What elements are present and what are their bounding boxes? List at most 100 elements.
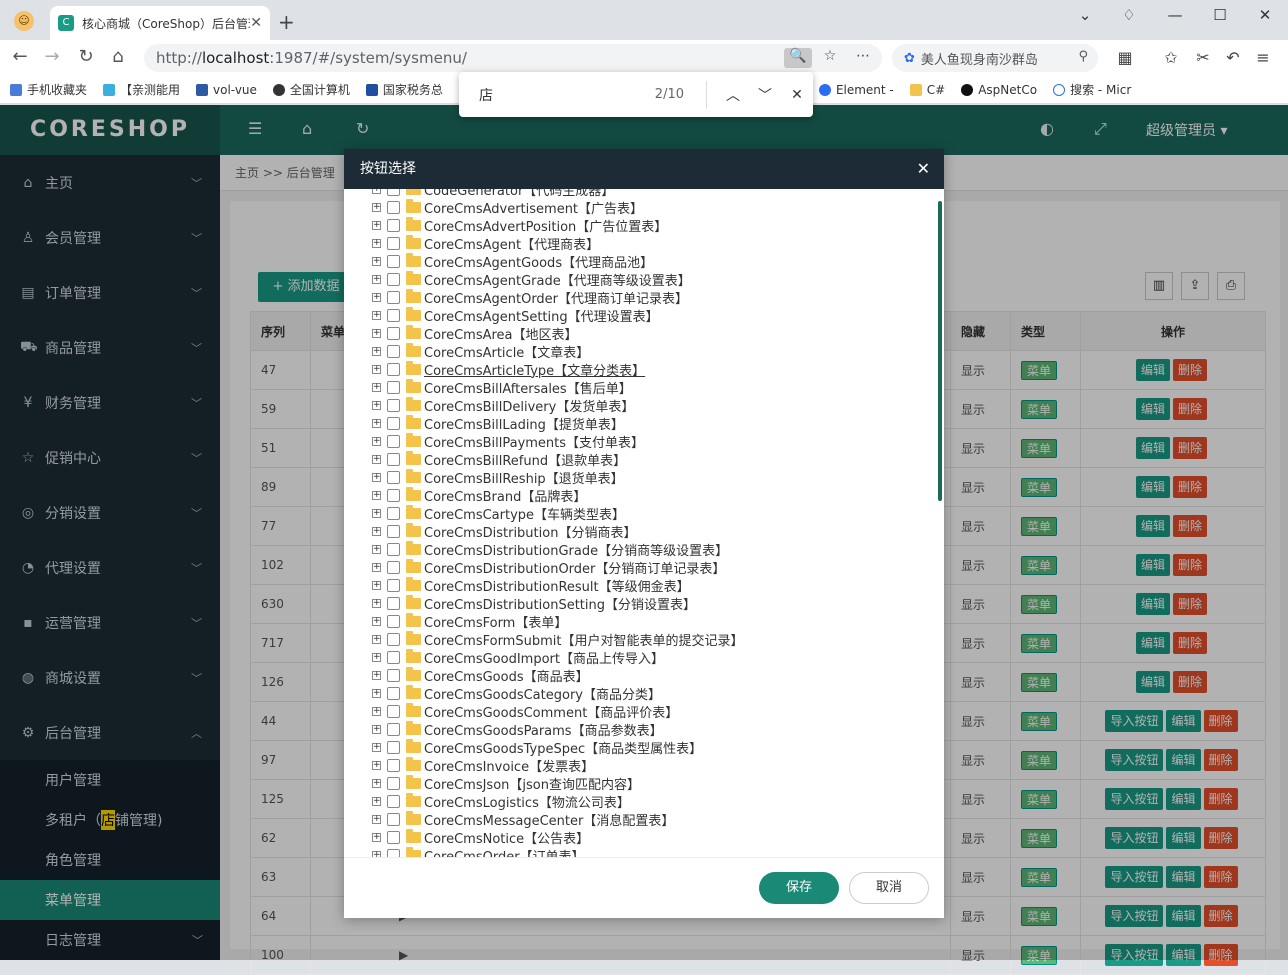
find-next-icon[interactable]: ﹀	[749, 85, 781, 105]
tree-node[interactable]: + CoreCmsAdvertPosition【广告位置表】	[372, 216, 667, 235]
tree-node[interactable]: + CoreCmsAgentGrade【代理商等级设置表】	[372, 270, 691, 289]
dialog-close-icon[interactable]: ✕	[917, 149, 930, 189]
find-prev-icon[interactable]: ︿	[717, 85, 749, 105]
expand-icon[interactable]: +	[372, 544, 381, 554]
tab-close-icon[interactable]: ✕	[250, 15, 262, 31]
tree-node[interactable]: + CoreCmsBillPayments【支付单表】	[372, 432, 644, 451]
expand-icon[interactable]: +	[372, 436, 381, 446]
tree-node[interactable]: + CoreCmsDistributionOrder【分销商订单记录表】	[372, 558, 725, 577]
tree-checkbox[interactable]	[387, 632, 400, 646]
expand-icon[interactable]: +	[372, 634, 381, 644]
save-button[interactable]: 保存	[759, 872, 839, 904]
expand-icon[interactable]: +	[372, 292, 381, 302]
back-icon[interactable]: ←	[8, 46, 32, 67]
expand-icon[interactable]: +	[372, 189, 381, 194]
expand-icon[interactable]: +	[372, 238, 381, 248]
tree-checkbox[interactable]	[387, 560, 400, 574]
tree-checkbox[interactable]	[387, 218, 400, 232]
tree-checkbox[interactable]	[387, 758, 400, 772]
bookmark-item[interactable]: 【亲测能用	[103, 81, 180, 98]
more-icon[interactable]: ⋯	[849, 48, 877, 68]
find-in-page-icon[interactable]: 🔍	[784, 48, 812, 68]
maximize-icon[interactable]: ☐	[1205, 6, 1235, 24]
forward-icon[interactable]: →	[40, 46, 64, 67]
tree-node[interactable]: + CoreCmsGoodImport【商品上传导入】	[372, 648, 664, 667]
tree-checkbox[interactable]	[387, 686, 400, 700]
tree-node[interactable]: + CoreCmsBillDelivery【发货单表】	[372, 396, 634, 415]
tree-node[interactable]: + CoreCmsAgentSetting【代理设置表】	[372, 306, 659, 325]
tree-checkbox[interactable]	[387, 290, 400, 304]
tree-node[interactable]: + CoreCmsBillReship【退货单表】	[372, 468, 624, 487]
bookmark-item[interactable]: Element -	[818, 83, 894, 97]
browser-tab[interactable]: C 核心商城（CoreShop）后台管理 ✕	[50, 6, 270, 40]
tree-node[interactable]: + CoreCmsDistributionSetting【分销设置表】	[372, 594, 696, 613]
expand-icon[interactable]: +	[372, 760, 381, 770]
tree-node[interactable]: + CoreCmsGoodsParams【商品参数表】	[372, 720, 663, 739]
tree-node[interactable]: + CoreCmsGoodsTypeSpec【商品类型属性表】	[372, 738, 702, 757]
tree-scrollbar[interactable]	[938, 201, 942, 501]
expand-icon[interactable]: +	[372, 526, 381, 536]
tree-node[interactable]: + CoreCmsDistributionGrade【分销商等级设置表】	[372, 540, 728, 559]
tree-checkbox[interactable]	[387, 794, 400, 808]
tree-checkbox[interactable]	[387, 398, 400, 412]
expand-icon[interactable]: +	[372, 472, 381, 482]
tree-node[interactable]: + CoreCmsJson【json查询匹配内容】	[372, 774, 640, 793]
tree-node[interactable]: + CoreCmsArea【地区表】	[372, 324, 578, 343]
bookmark-item[interactable]: 全国计算机	[272, 81, 350, 98]
expand-icon[interactable]: +	[372, 706, 381, 716]
expand-icon[interactable]: +	[372, 400, 381, 410]
tree-checkbox[interactable]	[387, 506, 400, 520]
new-tab-icon[interactable]: +	[278, 10, 295, 34]
tree-node[interactable]: + CoreCmsOrder【订单表】	[372, 846, 585, 857]
tree-node[interactable]: + CoreCmsForm【表单】	[372, 612, 567, 631]
tree-checkbox[interactable]	[387, 362, 400, 376]
shirt-icon[interactable]: ♢	[1114, 6, 1144, 24]
expand-icon[interactable]: +	[372, 346, 381, 356]
cancel-button[interactable]: 取消	[849, 872, 929, 904]
tree-checkbox[interactable]	[387, 488, 400, 502]
tree-checkbox[interactable]	[387, 704, 400, 718]
bookmark-item[interactable]: 国家税务总	[365, 81, 443, 98]
expand-icon[interactable]: +	[372, 454, 381, 464]
bookmark-item[interactable]: AspNetCo	[961, 83, 1037, 97]
tree-node[interactable]: + CoreCmsAgentOrder【代理商订单记录表】	[372, 288, 688, 307]
expand-icon[interactable]: +	[372, 310, 381, 320]
tree-checkbox[interactable]	[387, 452, 400, 466]
scissors-icon[interactable]: ✂	[1192, 48, 1214, 67]
tree-node[interactable]: + CoreCmsBillRefund【退款单表】	[372, 450, 626, 469]
tree-checkbox[interactable]	[387, 740, 400, 754]
tree-checkbox[interactable]	[387, 830, 400, 844]
tree-checkbox[interactable]	[387, 470, 400, 484]
expand-icon[interactable]: +	[372, 364, 381, 374]
tree-node[interactable]: + CoreCmsGoodsCategory【商品分类】	[372, 684, 661, 703]
expand-icon[interactable]: +	[372, 832, 381, 842]
tree-node[interactable]: + CoreCmsGoods【商品表】	[372, 666, 589, 685]
address-bar[interactable]: http://localhost:1987/#/system/sysmenu/ …	[144, 44, 882, 72]
expand-icon[interactable]: +	[372, 616, 381, 626]
expand-icon[interactable]: +	[372, 382, 381, 392]
tree-node[interactable]: + CoreCmsBillLading【提货单表】	[372, 414, 624, 433]
expand-icon[interactable]: +	[372, 328, 381, 338]
bookmark-item[interactable]: vol-vue	[196, 83, 257, 97]
tree-node[interactable]: + CoreCmsMessageCenter【消息配置表】	[372, 810, 674, 829]
apps-grid-icon[interactable]: ▦	[1114, 48, 1136, 67]
tree-checkbox[interactable]	[387, 614, 400, 628]
tree-checkbox[interactable]	[387, 776, 400, 790]
tree-checkbox[interactable]	[387, 416, 400, 430]
tree-checkbox[interactable]	[387, 272, 400, 286]
tree-checkbox[interactable]	[387, 650, 400, 664]
expand-icon[interactable]: +	[372, 724, 381, 734]
tree-node[interactable]: + CoreCmsArticle【文章表】	[372, 342, 589, 361]
tree-node[interactable]: + CoreCmsAdvertisement【广告表】	[372, 198, 643, 217]
tree-node[interactable]: + CoreCmsInvoice【发票表】	[372, 756, 594, 775]
bookmark-item[interactable]: 手机收藏夹	[10, 81, 87, 98]
menu-icon[interactable]: ≡	[1252, 48, 1274, 67]
profile-menu-icon[interactable]: ⌄	[1070, 6, 1100, 24]
tree-node[interactable]: + CoreCmsBrand【品牌表】	[372, 486, 586, 505]
tree-node[interactable]: + CoreCmsDistributionResult【等级佣金表】	[372, 576, 690, 595]
tree-node[interactable]: + CoreCmsBillAftersales【售后单】	[372, 378, 632, 397]
tree-node[interactable]: + CoreCmsCartype【车辆类型表】	[372, 504, 625, 523]
undo-icon[interactable]: ↶	[1222, 48, 1244, 67]
expand-icon[interactable]: +	[372, 796, 381, 806]
expand-icon[interactable]: +	[372, 742, 381, 752]
